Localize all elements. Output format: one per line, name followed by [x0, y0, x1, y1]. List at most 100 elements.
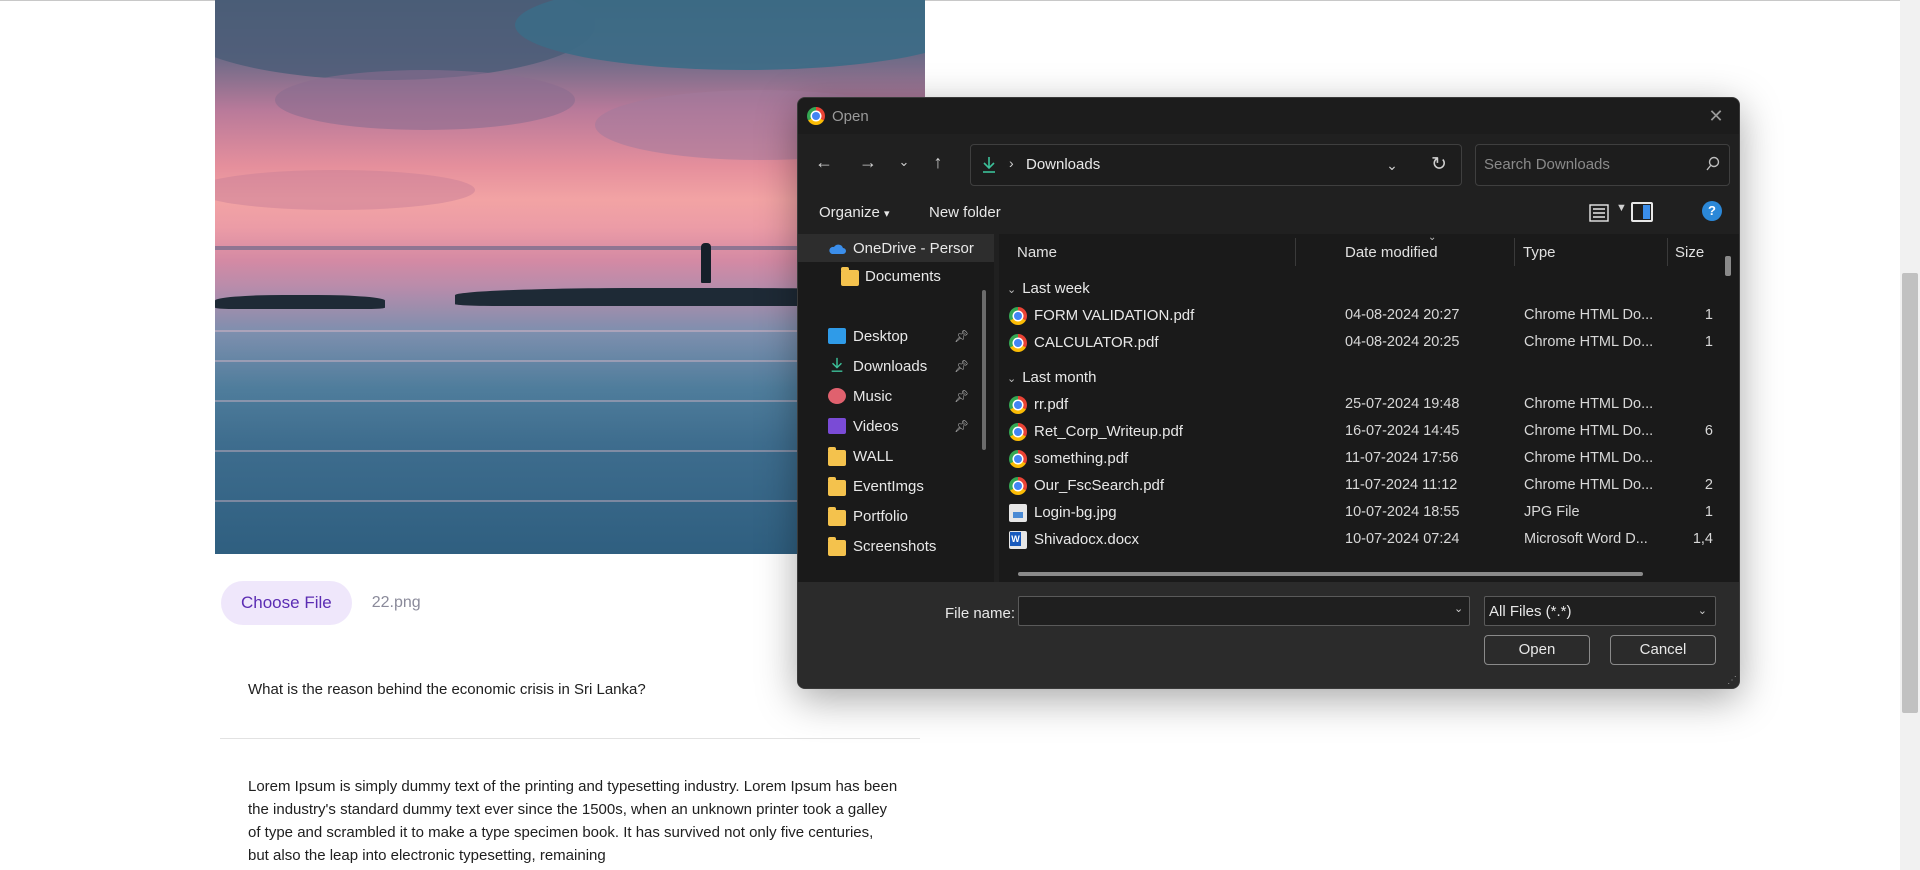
organize-menu[interactable]: Organize ▾	[819, 204, 890, 221]
file-row[interactable]: Login-bg.jpg 10-07-2024 18:55 JPG File 1	[1009, 499, 1713, 526]
chrome-icon	[1009, 476, 1027, 495]
address-dropdown-chevron-icon[interactable]: ⌄	[1381, 153, 1403, 177]
file-list-vertical-scrollbar[interactable]	[1725, 256, 1731, 276]
file-name: rr.pdf	[1034, 396, 1069, 413]
breadcrumb-separator: ›	[1009, 155, 1014, 171]
navigation-bar: ← → ⌄ ↑ › Downloads ⌄ ↻ Search Downloads	[798, 134, 1739, 192]
column-separator[interactable]	[1514, 238, 1515, 266]
pin-icon[interactable]: 📌︎	[954, 359, 969, 373]
file-name: Shivadocx.docx	[1034, 531, 1140, 548]
file-size: 1,4	[1692, 531, 1713, 547]
column-separator[interactable]	[1667, 238, 1668, 266]
recent-locations-chevron-icon[interactable]: ⌄	[890, 148, 918, 176]
resize-grip-icon[interactable]: ⋰	[1727, 676, 1737, 686]
nav-item-eventimgs[interactable]: EventImgs	[798, 472, 994, 500]
file-list-horizontal-scrollbar[interactable]	[1018, 572, 1643, 576]
sort-caret-icon: ⌄	[1428, 232, 1437, 243]
new-folder-button[interactable]: New folder	[929, 204, 1001, 221]
file-row[interactable]: Ret_Corp_Writeup.pdf 16-07-2024 14:45 Ch…	[1009, 418, 1713, 445]
search-icon[interactable]	[1705, 155, 1721, 173]
change-view-icon[interactable]	[1588, 202, 1610, 224]
cancel-button[interactable]: Cancel	[1610, 635, 1716, 665]
folder-icon	[828, 537, 846, 556]
file-name: FORM VALIDATION.pdf	[1034, 307, 1195, 324]
file-type: Chrome HTML Do...	[1524, 334, 1654, 350]
file-name: Our_FscSearch.pdf	[1034, 477, 1165, 494]
nav-item-wall[interactable]: WALL	[798, 442, 994, 470]
file-type: Chrome HTML Do...	[1524, 450, 1654, 466]
desktop-icon	[828, 328, 846, 344]
nav-item-downloads[interactable]: Downloads 📌︎	[798, 352, 994, 380]
file-row[interactable]: CALCULATOR.pdf 04-08-2024 20:25 Chrome H…	[1009, 329, 1713, 356]
column-separator[interactable]	[1295, 238, 1296, 266]
folder-icon	[828, 507, 846, 526]
refresh-icon[interactable]: ↻	[1427, 152, 1451, 178]
group-header-last-month[interactable]: ⌄ Last month	[1007, 369, 1096, 386]
chrome-icon	[1009, 306, 1027, 325]
page-scrollbar-thumb[interactable]	[1902, 273, 1918, 713]
image-file-icon	[1009, 503, 1027, 522]
file-date: 25-07-2024 19:48	[1345, 396, 1460, 412]
file-type: Chrome HTML Do...	[1524, 423, 1654, 439]
dialog-titlebar: Open ✕	[798, 98, 1739, 134]
nav-item-documents[interactable]: Documents	[798, 262, 994, 290]
file-name-input[interactable]	[1018, 596, 1470, 626]
back-arrow-icon[interactable]: ←	[810, 148, 838, 176]
nav-item-desktop[interactable]: Desktop 📌︎	[798, 322, 994, 350]
choose-file-button[interactable]: Choose File	[221, 581, 352, 625]
open-button[interactable]: Open	[1484, 635, 1590, 665]
organize-label: Organize	[819, 204, 880, 221]
nav-item-label: OneDrive - Persor	[853, 239, 974, 257]
file-size: 2	[1704, 477, 1713, 493]
file-name-label: File name:	[945, 605, 1016, 622]
nav-pane-scrollbar[interactable]	[982, 290, 986, 450]
file-list-pane: Name ⌄ Date modified Type Size ⌄ Last wee…	[999, 232, 1739, 582]
file-row[interactable]: Our_FscSearch.pdf 11-07-2024 11:12 Chrom…	[1009, 472, 1713, 499]
nav-item-portfolio[interactable]: Portfolio	[798, 502, 994, 530]
column-header-type[interactable]: Type	[1523, 244, 1556, 261]
question-text: What is the reason behind the economic c…	[248, 681, 646, 698]
column-header-name[interactable]: Name	[1017, 244, 1057, 261]
file-row[interactable]: rr.pdf 25-07-2024 19:48 Chrome HTML Do..…	[1009, 391, 1713, 418]
command-bar: Organize ▾ New folder ▼ ?	[798, 192, 1739, 234]
forward-arrow-icon[interactable]: →	[854, 148, 882, 176]
file-date: 10-07-2024 18:55	[1345, 504, 1460, 520]
pin-icon[interactable]: 📌︎	[954, 329, 969, 343]
nav-item-videos[interactable]: Videos 📌︎	[798, 412, 994, 440]
file-row[interactable]: something.pdf 11-07-2024 17:56 Chrome HT…	[1009, 445, 1713, 472]
up-arrow-icon[interactable]: ↑	[924, 148, 952, 176]
divider	[220, 738, 920, 739]
collapse-chevron-icon: ⌄	[1007, 284, 1017, 296]
file-name-dropdown-chevron-icon[interactable]: ⌄	[1454, 602, 1463, 615]
search-box[interactable]: Search Downloads	[1475, 144, 1730, 186]
file-type: Chrome HTML Do...	[1524, 477, 1654, 493]
address-bar[interactable]: › Downloads ⌄ ↻	[970, 144, 1462, 186]
column-header-date[interactable]: Date modified	[1345, 244, 1438, 261]
file-row[interactable]: FORM VALIDATION.pdf 04-08-2024 20:27 Chr…	[1009, 302, 1713, 329]
file-date: 10-07-2024 07:24	[1345, 531, 1460, 547]
file-name: CALCULATOR.pdf	[1034, 334, 1159, 351]
close-icon[interactable]: ✕	[1703, 104, 1729, 128]
file-row[interactable]: Shivadocx.docx 10-07-2024 07:24 Microsof…	[1009, 526, 1713, 553]
nav-item-onedrive[interactable]: OneDrive - Persor	[798, 234, 994, 262]
search-placeholder: Search Downloads	[1484, 156, 1610, 173]
nav-item-screenshots[interactable]: Screenshots	[798, 532, 994, 560]
group-header-last-week[interactable]: ⌄ Last week	[1007, 280, 1090, 297]
file-date: 04-08-2024 20:25	[1345, 334, 1460, 350]
file-type-select[interactable]: All Files (*.*) ⌄	[1484, 596, 1716, 626]
pin-icon[interactable]: 📌︎	[954, 419, 969, 433]
breadcrumb-downloads[interactable]: Downloads	[1026, 156, 1100, 173]
preview-pane-icon[interactable]	[1631, 202, 1653, 222]
help-icon[interactable]: ?	[1702, 201, 1722, 221]
download-icon	[831, 357, 843, 372]
pin-icon[interactable]: 📌︎	[954, 389, 969, 403]
nav-item-music[interactable]: Music 📌︎	[798, 382, 994, 410]
nav-item-label: EventImgs	[853, 477, 924, 495]
nav-item-label: WALL	[853, 447, 894, 465]
word-file-icon	[1009, 530, 1027, 549]
column-header-size[interactable]: Size	[1675, 244, 1704, 261]
file-date: 11-07-2024 11:12	[1345, 477, 1458, 493]
chrome-icon	[1009, 422, 1027, 441]
file-name: something.pdf	[1034, 450, 1129, 467]
view-options-caret-icon[interactable]: ▼	[1616, 202, 1627, 214]
